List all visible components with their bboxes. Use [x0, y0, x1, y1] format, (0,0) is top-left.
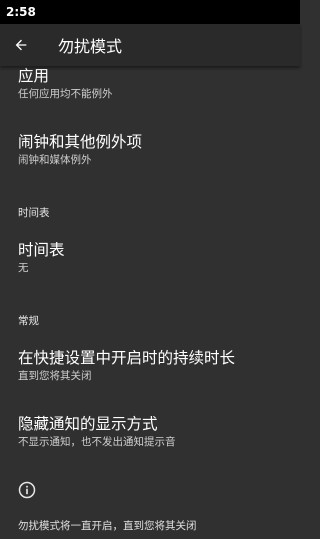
pref-schedules-title: 时间表: [18, 241, 65, 259]
pref-schedules[interactable]: 时间表 无: [18, 240, 290, 275]
pref-duration-summary: 直到您将其关闭: [18, 370, 92, 382]
arrow-back-icon: [15, 39, 27, 51]
status-bar: 2:58: [0, 0, 300, 24]
pref-schedules-summary: 无: [18, 262, 29, 274]
footer-text: 勿扰模式将一直开启，直到您将其关闭: [18, 520, 197, 532]
pref-hide-notifications[interactable]: 隐藏通知的显示方式 不显示通知，也不发出通知提示音: [18, 414, 290, 449]
pref-apps[interactable]: 应用 任何应用均不能例外: [18, 66, 290, 101]
pref-duration[interactable]: 在快捷设置中开启时的持续时长 直到您将其关闭: [18, 348, 290, 383]
pref-apps-title: 应用: [18, 67, 50, 85]
back-button[interactable]: [0, 24, 42, 66]
settings-list: 应用 任何应用均不能例外 闹钟和其他例外项 闹钟和媒体例外 时间表 时间表 无 …: [0, 66, 300, 539]
category-schedule: 时间表: [18, 207, 50, 219]
info-icon: [18, 481, 36, 499]
pref-hide-notifications-summary: 不显示通知，也不发出通知提示音: [18, 436, 176, 448]
pref-alarms-summary: 闹钟和媒体例外: [18, 154, 92, 166]
status-time: 2:58: [6, 5, 36, 19]
pref-hide-notifications-title: 隐藏通知的显示方式: [18, 415, 158, 433]
page-title: 勿扰模式: [58, 37, 123, 56]
pref-alarms-exceptions[interactable]: 闹钟和其他例外项 闹钟和媒体例外: [18, 132, 290, 167]
app-bar: 勿扰模式: [0, 24, 300, 66]
pref-duration-title: 在快捷设置中开启时的持续时长: [18, 349, 236, 367]
pref-apps-summary: 任何应用均不能例外: [18, 88, 113, 100]
pref-alarms-title: 闹钟和其他例外项: [18, 133, 143, 151]
category-general: 常规: [18, 315, 39, 327]
